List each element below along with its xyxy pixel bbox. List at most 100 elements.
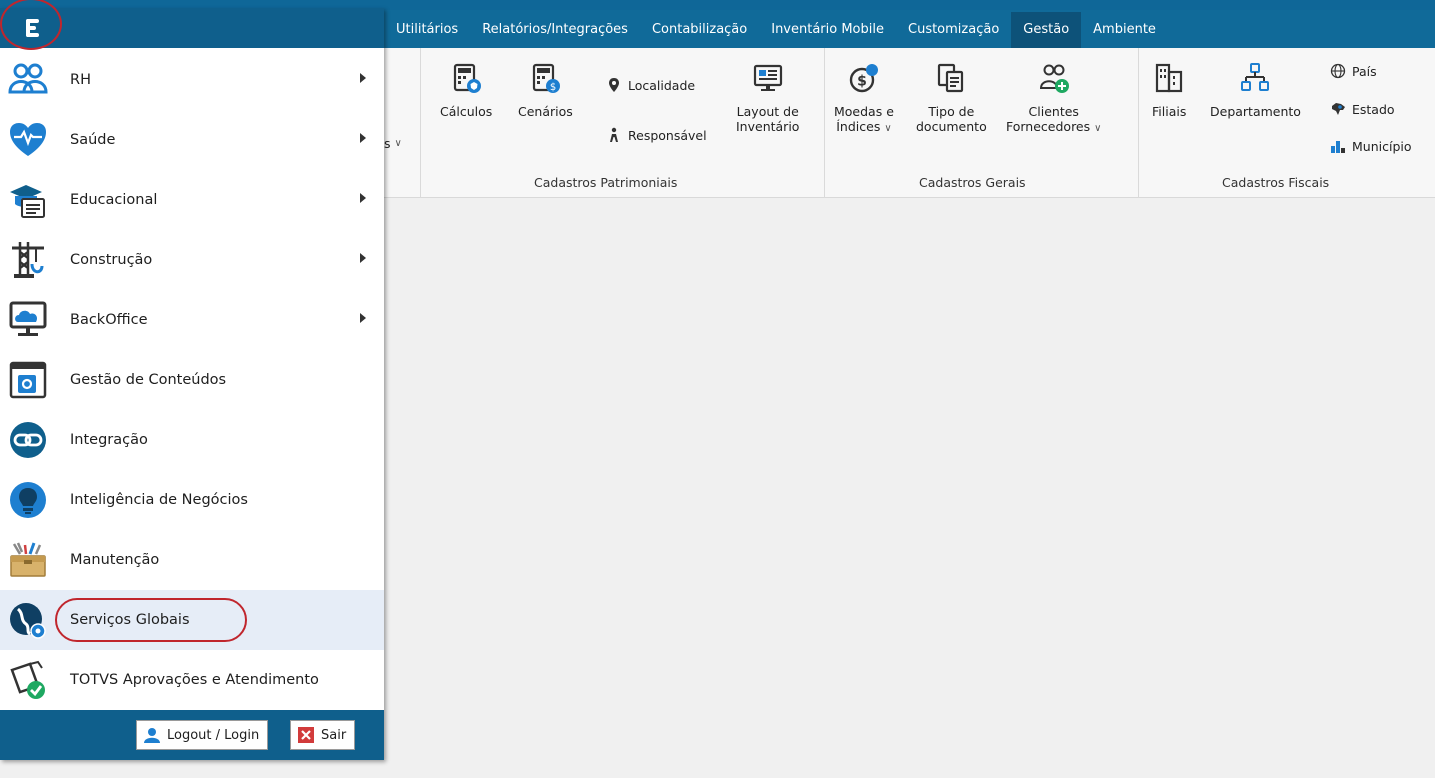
menu-item-saude[interactable]: Saúde	[0, 110, 384, 170]
menu-item-label: Educacional	[70, 192, 158, 208]
content-gear-icon	[9, 361, 47, 399]
moedas-label-line1: Moedas e	[834, 104, 894, 119]
moedas-label-line2: Índices	[836, 119, 881, 134]
user-icon	[144, 728, 160, 743]
calculator-shield-icon	[454, 63, 482, 93]
menu-item-educacional[interactable]: Educacional	[0, 170, 384, 230]
menu-item-label: TOTVS Aprovações e Atendimento	[70, 672, 319, 688]
tab-customizacao[interactable]: Customização	[896, 12, 1011, 48]
lightbulb-icon	[10, 482, 46, 518]
map-pin-icon	[609, 78, 619, 92]
chevron-down-icon: ∨	[1094, 123, 1102, 134]
users-add-icon	[1039, 64, 1069, 93]
graduation-icon	[10, 185, 45, 218]
tab-ambiente[interactable]: Ambiente	[1081, 12, 1168, 48]
group-label-patrimoniais: Cadastros Patrimoniais	[534, 175, 678, 190]
monitor-cloud-icon	[9, 301, 47, 336]
approval-check-icon	[10, 660, 45, 699]
building-icon	[1156, 63, 1183, 93]
tab-contabilizacao[interactable]: Contabilização	[640, 12, 759, 48]
tab-relatorios-integracoes[interactable]: Relatórios/Integrações	[470, 12, 640, 48]
coins-icon: $	[849, 64, 878, 93]
exit-button[interactable]: Sair	[290, 720, 356, 750]
departamento-button[interactable]: Departamento	[1210, 62, 1301, 119]
menu-header	[0, 0, 384, 50]
cenarios-label: Cenários	[518, 104, 573, 119]
tipo-documento-button[interactable]: Tipo de documento	[916, 62, 987, 134]
calculos-button[interactable]: Cálculos	[440, 62, 492, 119]
app-window: Utilitários Relatórios/Integrações Conta…	[0, 0, 1435, 778]
submenu-arrow-icon	[360, 313, 366, 323]
clientes-label-line2: Fornecedores	[1006, 119, 1091, 134]
group-divider	[420, 48, 421, 198]
filiais-button[interactable]: Filiais	[1152, 62, 1186, 119]
crane-icon	[12, 242, 44, 278]
group-divider	[1138, 48, 1139, 198]
menu-item-label: RH	[70, 72, 91, 88]
municipio-label: Município	[1352, 138, 1412, 154]
menu-item-label: Integração	[70, 432, 148, 448]
hidden-dropdown-button[interactable]: s ∨	[384, 136, 402, 151]
menu-item-totvs-aprovacoes[interactable]: TOTVS Aprovações e Atendimento	[0, 650, 384, 710]
svg-text:$: $	[857, 74, 867, 90]
partial-label: s	[384, 136, 391, 151]
menu-item-label: BackOffice	[70, 312, 148, 328]
tipo-label-line2: documento	[916, 119, 987, 134]
calculos-label: Cálculos	[440, 104, 493, 119]
layout-inventario-button[interactable]: Layout de Inventário	[736, 62, 799, 134]
annotation-circle	[0, 0, 62, 50]
responsavel-label: Responsável	[628, 127, 707, 143]
globe-icon	[1330, 63, 1346, 79]
clientes-label-line1: Clientes	[1028, 104, 1079, 119]
tab-utilitarios[interactable]: Utilitários	[384, 12, 470, 48]
person-walking-icon	[610, 127, 618, 142]
layout-label-line2: Inventário	[736, 119, 800, 134]
calculator-money-icon: $	[533, 63, 561, 93]
estado-button[interactable]: Estado	[1330, 101, 1395, 117]
menu-item-inteligencia-negocios[interactable]: Inteligência de Negócios	[0, 470, 384, 530]
city-icon	[1331, 141, 1345, 153]
logout-login-button[interactable]: Logout / Login	[136, 720, 269, 750]
menu-item-backoffice[interactable]: BackOffice	[0, 290, 384, 350]
globe-gear-icon	[10, 603, 46, 639]
pais-button[interactable]: País	[1330, 63, 1377, 79]
menu-item-rh[interactable]: RH	[0, 50, 384, 110]
menu-item-construcao[interactable]: Construção	[0, 230, 384, 290]
group-divider	[824, 48, 825, 198]
state-map-icon	[1332, 103, 1345, 115]
layout-label-line1: Layout de	[736, 104, 799, 119]
toolbox-icon	[10, 542, 46, 577]
close-icon	[298, 727, 314, 743]
responsavel-button[interactable]: Responsável	[606, 127, 707, 143]
menu-item-label: Inteligência de Negócios	[70, 492, 248, 508]
menu-item-integracao[interactable]: Integração	[0, 410, 384, 470]
annotation-circle	[55, 598, 247, 642]
svg-text:$: $	[550, 82, 556, 93]
municipio-button[interactable]: Município	[1330, 138, 1412, 154]
menu-item-label: Manutenção	[70, 552, 160, 568]
cenarios-button[interactable]: $ Cenários	[518, 62, 573, 119]
tab-gestao[interactable]: Gestão	[1011, 12, 1082, 48]
menu-item-manutencao[interactable]: Manutenção	[0, 530, 384, 590]
app-menu-dropdown: RH Saúde Educacional Construção BackOffi…	[0, 0, 384, 760]
submenu-arrow-icon	[360, 253, 366, 263]
ribbon-tabs: Utilitários Relatórios/Integrações Conta…	[384, 12, 1168, 48]
tipo-label-line1: Tipo de	[928, 104, 975, 119]
localidade-label: Localidade	[628, 77, 696, 93]
heart-pulse-icon	[10, 123, 46, 156]
menu-item-gestao-conteudos[interactable]: Gestão de Conteúdos	[0, 350, 384, 410]
link-icon	[10, 422, 46, 458]
departamento-label: Departamento	[1210, 104, 1301, 119]
monitor-id-icon	[753, 64, 782, 91]
menu-item-label: Construção	[70, 252, 153, 268]
submenu-arrow-icon	[360, 133, 366, 143]
clientes-fornecedores-button[interactable]: Clientes Fornecedores ∨	[1006, 62, 1101, 136]
exit-label: Sair	[321, 727, 347, 743]
estado-label: Estado	[1352, 101, 1395, 117]
document-copy-icon	[938, 63, 964, 93]
chevron-down-icon: ∨	[394, 138, 402, 149]
moedas-indices-button[interactable]: $ Moedas e Índices ∨	[834, 62, 894, 136]
menu-item-label: Saúde	[70, 132, 116, 148]
tab-inventario-mobile[interactable]: Inventário Mobile	[759, 12, 896, 48]
localidade-button[interactable]: Localidade	[606, 77, 695, 93]
